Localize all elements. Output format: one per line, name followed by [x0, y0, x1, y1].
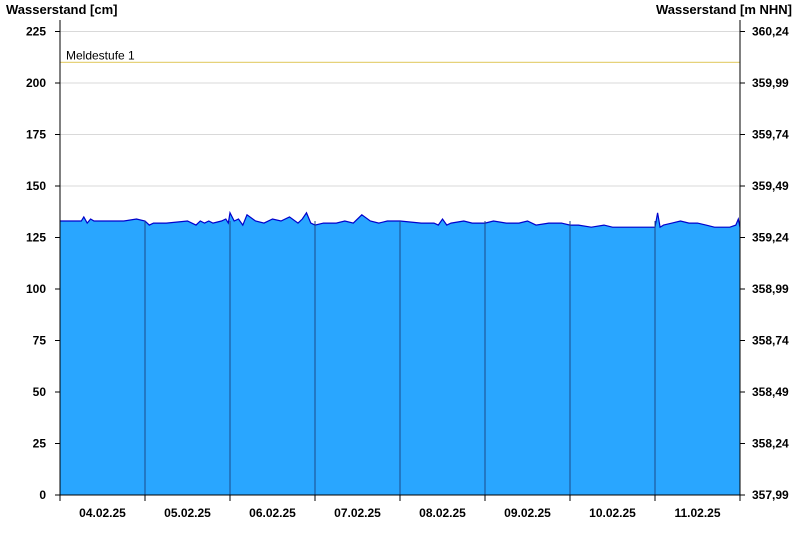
x-axis-ticks: 04.02.25 05.02.25 06.02.25 07.02.25 08.02.25…	[59, 495, 741, 520]
right-tick-label: 358,99	[752, 282, 789, 296]
water-level-chart: Wasserstand [cm] Wasserstand [m NHN] Mel…	[6, 2, 792, 520]
right-tick-label: 358,24	[752, 437, 789, 451]
left-tick-label: 175	[26, 128, 46, 142]
left-tick-label: 225	[26, 25, 46, 39]
right-axis-ticks: 357,99 358,24 358,49 358,74 358,99 359,24 359,…	[740, 25, 789, 502]
x-tick-label: 06.02.25	[249, 506, 296, 520]
threshold-label: Meldestufe 1	[66, 48, 135, 62]
left-tick-label: 75	[33, 334, 47, 348]
right-tick-label: 359,74	[752, 128, 789, 142]
left-tick-label: 100	[26, 282, 46, 296]
x-tick-label: 04.02.25	[79, 506, 126, 520]
right-tick-label: 359,99	[752, 76, 789, 90]
left-tick-label: 150	[26, 179, 46, 193]
left-tick-label: 200	[26, 76, 46, 90]
right-tick-label: 358,74	[752, 334, 789, 348]
left-axis-ticks: 0 25 50 75 100 125 150 175 200 225	[26, 25, 60, 502]
left-axis-title: Wasserstand [cm]	[6, 2, 118, 17]
x-tick-label: 07.02.25	[334, 506, 381, 520]
left-tick-label: 25	[33, 437, 47, 451]
x-tick-label: 09.02.25	[504, 506, 551, 520]
right-tick-label: 359,24	[752, 231, 789, 245]
x-tick-label: 08.02.25	[419, 506, 466, 520]
right-axis-title: Wasserstand [m NHN]	[656, 2, 792, 17]
x-tick-label: 11.02.25	[674, 506, 720, 520]
right-tick-label: 357,99	[752, 488, 789, 502]
threshold-group: Meldestufe 1	[60, 48, 740, 64]
left-tick-label: 0	[39, 488, 46, 502]
x-tick-label: 05.02.25	[164, 506, 211, 520]
left-tick-label: 50	[33, 385, 47, 399]
x-tick-label: 10.02.25	[589, 506, 636, 520]
right-tick-label: 360,24	[752, 25, 789, 39]
left-tick-label: 125	[26, 231, 46, 245]
right-tick-label: 359,49	[752, 179, 789, 193]
right-tick-label: 358,49	[752, 385, 789, 399]
